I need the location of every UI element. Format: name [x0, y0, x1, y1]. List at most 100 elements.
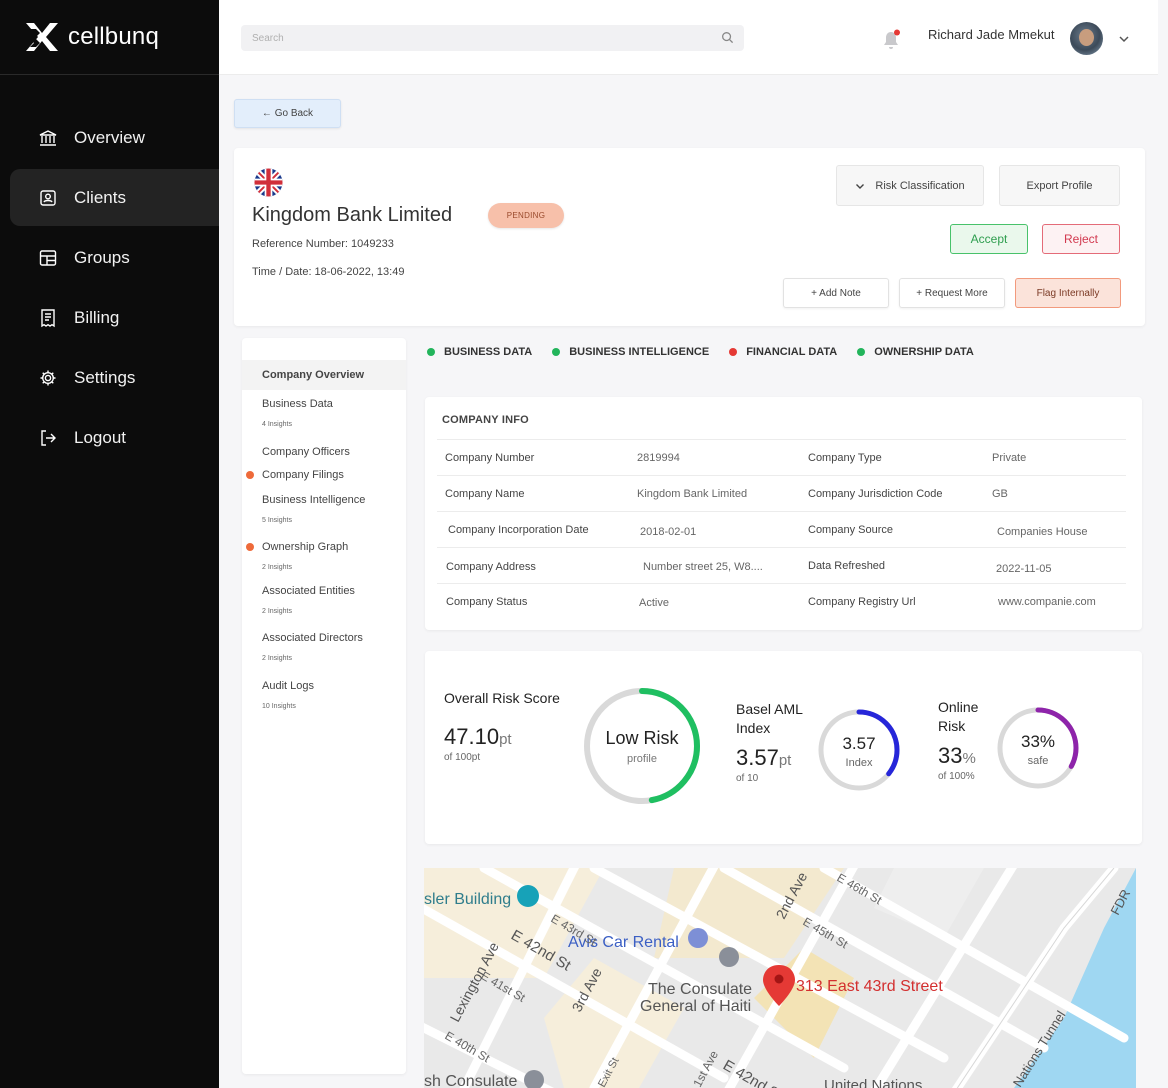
map-place-label: General of Haiti	[640, 998, 751, 1015]
menu-item-business-data[interactable]: Business Data	[262, 398, 333, 410]
ring-title: Low Risk	[605, 728, 679, 748]
user-name[interactable]: Richard Jade Mmekut	[928, 27, 1054, 42]
alert-dot	[246, 471, 254, 479]
company-location-map[interactable]: sler Building Avis Car Rental The Consul…	[424, 868, 1136, 1088]
map-place-label: sh Consulate	[424, 1073, 517, 1088]
groups-icon	[39, 249, 57, 266]
category-label: BUSINESS DATA	[444, 346, 533, 358]
top-header: Richard Jade Mmekut	[219, 0, 1158, 75]
overall-ring-label: Low Risk profile	[583, 728, 701, 765]
avatar[interactable]	[1070, 22, 1103, 55]
data-category-legend: BUSINESS DATA BUSINESS INTELLIGENCE FINA…	[427, 346, 994, 358]
flag-internally-button[interactable]: Flag Internally	[1015, 278, 1121, 308]
basel-aml-value: 3.57pt	[736, 745, 791, 771]
sidebar-item-overview[interactable]: Overview	[10, 109, 219, 166]
risk-unit: pt	[778, 752, 792, 769]
ring-subtitle: Index	[845, 757, 873, 769]
risk-classification-label: Risk Classification	[875, 179, 965, 192]
company-overview-menu: Company Overview Business Data 4 Insight…	[242, 338, 406, 1074]
risk-classification-dropdown[interactable]: Risk Classification	[836, 165, 984, 206]
client-icon	[40, 189, 56, 206]
request-more-button[interactable]: + Request More	[899, 278, 1005, 308]
info-label: Company Number	[445, 452, 535, 464]
search-box	[241, 25, 744, 51]
sidebar-item-billing[interactable]: Billing	[10, 289, 219, 346]
overall-risk-value: 47.10pt	[444, 724, 512, 750]
notification-bell-icon[interactable]	[881, 29, 901, 51]
info-value: Private	[992, 452, 1027, 464]
category-label: FINANCIAL DATA	[746, 346, 838, 358]
bank-icon	[39, 129, 57, 146]
info-label: Company Incorporation Date	[448, 524, 589, 536]
accept-button[interactable]: Accept	[950, 224, 1028, 254]
status-badge: PENDING	[488, 203, 564, 228]
overall-risk-max: of 100pt	[444, 752, 481, 763]
category-label: BUSINESS INTELLIGENCE	[569, 346, 710, 358]
menu-item-ownership-graph[interactable]: Ownership Graph	[262, 541, 348, 553]
company-header-card: Kingdom Bank Limited PENDING Reference N…	[234, 148, 1145, 326]
category-financial-data[interactable]: FINANCIAL DATA	[729, 346, 837, 358]
menu-title[interactable]: Company Overview	[242, 360, 406, 390]
map-place-label: sler Building	[424, 891, 511, 908]
chevron-down-icon[interactable]	[1118, 33, 1130, 45]
menu-item-company-officers[interactable]: Company Officers	[262, 446, 350, 458]
sidebar-item-settings[interactable]: Settings	[10, 349, 219, 406]
info-row: Company Address Number street 25, W8....…	[437, 547, 1126, 583]
menu-item-company-filings[interactable]: Company Filings	[262, 469, 344, 481]
label-line: Index	[736, 720, 771, 736]
car-rental-marker-icon[interactable]	[688, 928, 708, 948]
alert-dot	[246, 543, 254, 551]
map-canvas[interactable]: sler Building Avis Car Rental The Consul…	[424, 868, 1136, 1088]
gear-icon	[40, 370, 56, 385]
basel-aml-max: of 10	[736, 773, 759, 784]
category-label: OWNERSHIP DATA	[874, 346, 974, 358]
ring-title: 3.57	[842, 734, 876, 753]
attraction-marker-icon[interactable]	[517, 885, 539, 907]
online-risk-max: of 100%	[938, 771, 975, 782]
sidebar-item-label: Logout	[74, 427, 126, 447]
info-value: Number street 25, W8....	[643, 561, 763, 573]
sidebar-item-label: Settings	[74, 367, 136, 387]
brand[interactable]: cellbunq	[0, 0, 219, 75]
info-label: Company Type	[808, 452, 882, 464]
go-back-button[interactable]: ← Go Back	[234, 99, 341, 128]
ring-subtitle: safe	[1027, 755, 1049, 767]
notification-dot	[894, 29, 900, 36]
reject-button[interactable]: Reject	[1042, 224, 1120, 254]
category-business-data[interactable]: BUSINESS DATA	[427, 346, 532, 358]
info-label: Company Jurisdiction Code	[808, 488, 943, 500]
sidebar-item-groups[interactable]: Groups	[10, 229, 219, 286]
ring-subtitle: profile	[627, 753, 657, 765]
sidebar-item-logout[interactable]: Logout	[10, 409, 219, 466]
category-business-intelligence[interactable]: BUSINESS INTELLIGENCE	[552, 346, 709, 358]
menu-item-insights: 2 Insights	[262, 564, 292, 571]
label-line: Online	[938, 699, 979, 715]
info-label: Company Status	[446, 596, 528, 608]
sidebar-nav: Overview Clients Groups Billing Settings…	[0, 109, 219, 466]
info-value: Kingdom Bank Limited	[637, 488, 748, 500]
menu-item-insights: 2 Insights	[262, 655, 292, 662]
menu-item-associated-directors[interactable]: Associated Directors	[262, 632, 363, 644]
basel-ring-label: 3.57 Index	[817, 734, 901, 769]
menu-item-audit-logs[interactable]: Audit Logs	[262, 680, 314, 692]
sidebar-item-clients[interactable]: Clients	[10, 169, 219, 226]
search-icon[interactable]	[721, 31, 734, 44]
company-info-card: COMPANY INFO Company Number 2819994 Comp…	[425, 397, 1142, 630]
menu-item-business-intelligence[interactable]: Business Intelligence	[262, 494, 365, 506]
risk-number: 47.10	[444, 724, 500, 749]
status-dot	[729, 348, 738, 356]
menu-item-associated-entities[interactable]: Associated Entities	[262, 585, 355, 597]
receipt-icon	[41, 308, 55, 327]
status-dot	[427, 348, 435, 356]
risk-number: 3.57	[736, 745, 779, 770]
export-profile-button[interactable]: Export Profile	[999, 165, 1120, 206]
category-ownership-data[interactable]: OWNERSHIP DATA	[857, 346, 974, 358]
info-label: Data Refreshed	[808, 560, 886, 572]
online-ring-label: 33% safe	[996, 732, 1080, 767]
sidebar: cellbunq Overview Clients Groups Billing…	[0, 0, 219, 1088]
uk-flag-icon	[254, 168, 283, 197]
embassy-marker-icon[interactable]	[719, 947, 739, 967]
add-note-button[interactable]: + Add Note	[783, 278, 889, 308]
basel-aml-label: Basel AML Index	[736, 700, 803, 738]
search-input[interactable]	[241, 25, 711, 51]
